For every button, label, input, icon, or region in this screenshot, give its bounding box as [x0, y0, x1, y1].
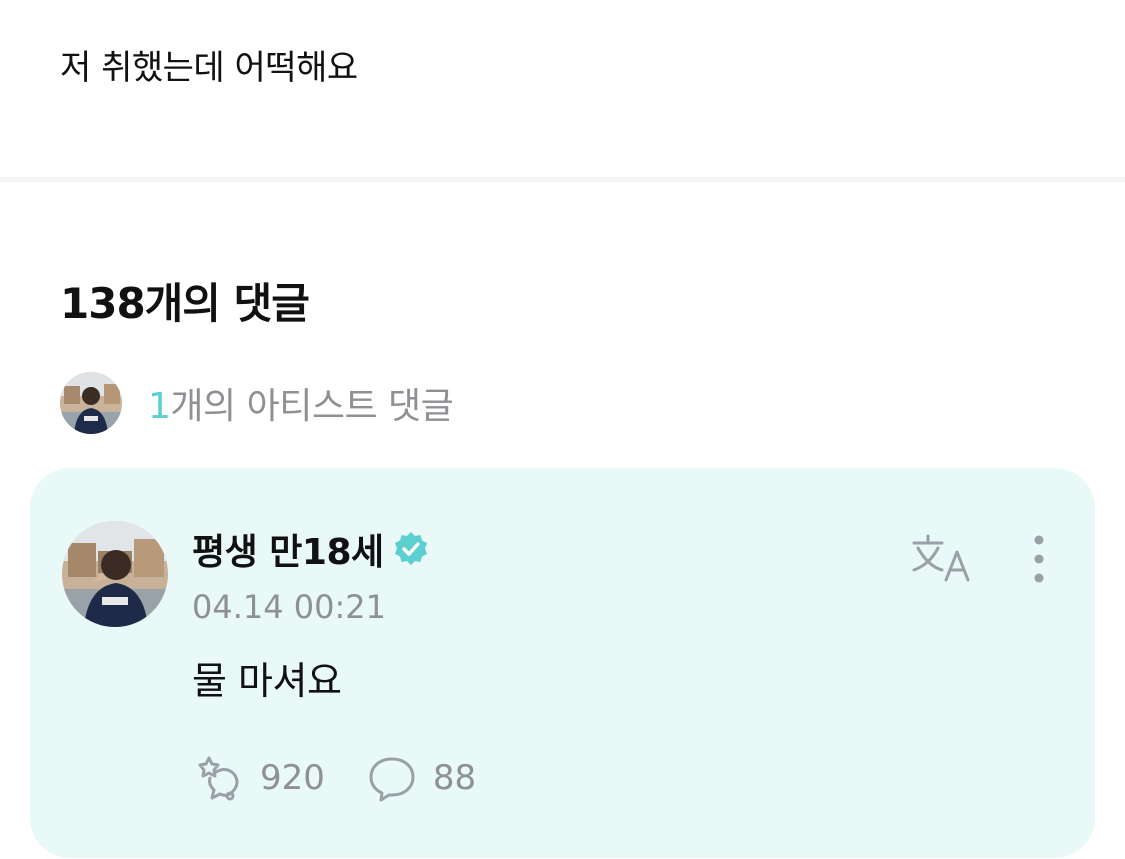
artist-comment-card: 평생 만18세 04.14 00:21 물 마셔요 920 88: [30, 468, 1095, 858]
reply-button[interactable]: 88: [365, 754, 476, 802]
artist-comments-filter[interactable]: 1개의 아티스트 댓글: [60, 372, 454, 434]
reply-bubble-icon: [369, 757, 415, 802]
comment-count-heading: 138개의 댓글: [60, 279, 310, 328]
post-text: 저 취했는데 어떡해요: [60, 48, 358, 88]
like-icon: [198, 756, 239, 801]
comment-body: 물 마셔요: [192, 659, 342, 703]
comment-author-name: 평생 만18세: [192, 532, 384, 573]
comment-actions: 920 88: [192, 754, 476, 802]
comment-author[interactable]: 평생 만18세: [192, 523, 430, 575]
translate-icon[interactable]: [910, 532, 974, 584]
artist-comment-count: 1: [148, 386, 171, 427]
reply-count: 88: [432, 758, 477, 798]
like-count: 920: [260, 758, 325, 798]
more-vertical-icon[interactable]: [1026, 534, 1052, 584]
verified-badge-icon: [392, 530, 430, 568]
comment-timestamp: 04.14 00:21: [192, 588, 386, 626]
section-divider: [0, 177, 1125, 182]
artist-comments-label: 1개의 아티스트 댓글: [148, 377, 454, 429]
like-button[interactable]: 920: [192, 754, 325, 802]
artist-avatar: [60, 372, 122, 434]
comment-author-avatar[interactable]: [62, 521, 168, 627]
artist-comment-text: 개의 아티스트 댓글: [170, 386, 454, 427]
